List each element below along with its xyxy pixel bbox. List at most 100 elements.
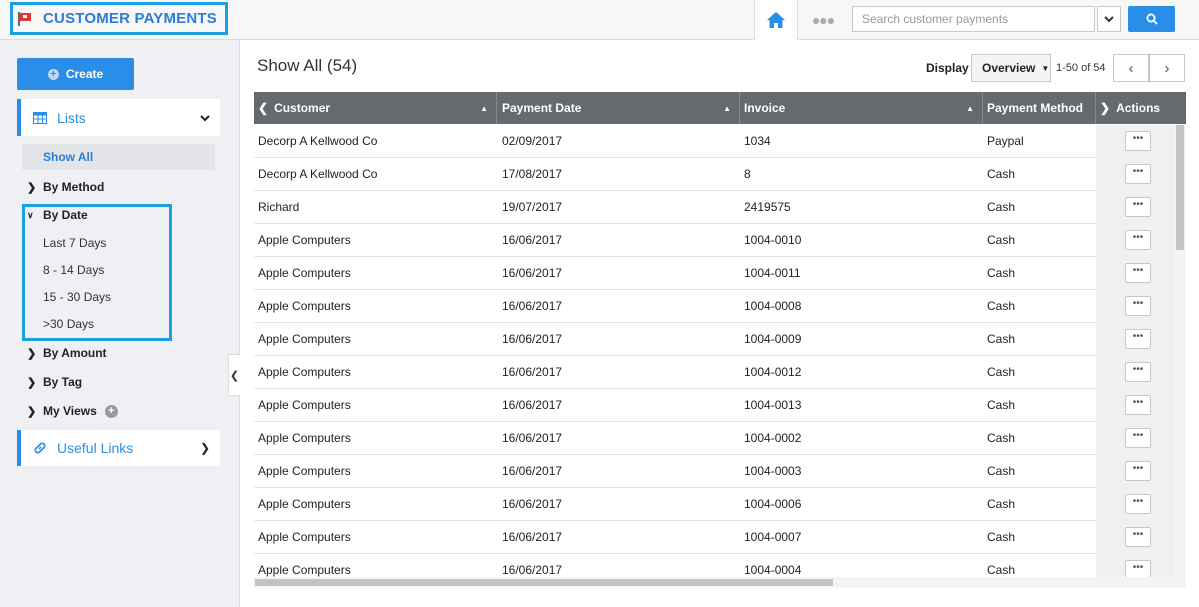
sidebar-item-by-amount[interactable]: ❯ By Amount: [27, 346, 107, 360]
cell-invoice: 1004-0013: [744, 398, 802, 412]
row-actions-button[interactable]: •••: [1125, 164, 1151, 184]
table-row[interactable]: Decorp A Kellwood Co 02/09/2017 1034 Paypal: [254, 125, 1096, 158]
cell-payment-date: 16/06/2017: [502, 299, 563, 313]
cell-invoice: 1004-0012: [744, 365, 802, 379]
home-icon: [767, 12, 785, 28]
cell-customer: Apple Computers: [258, 530, 351, 544]
ellipsis-icon: ●●●: [811, 12, 835, 28]
column-header-actions[interactable]: ❯ Actions: [1096, 92, 1186, 124]
column-header-invoice[interactable]: Invoice ▲: [740, 92, 983, 124]
table-body: Decorp A Kellwood Co 02/09/2017 1034 Paypal…: [254, 125, 1186, 577]
display-value: Overview: [982, 61, 1036, 75]
row-actions-button[interactable]: •••: [1125, 329, 1151, 349]
cell-payment-date: 19/07/2017: [502, 200, 563, 214]
sidebar: + Create Lists Show All ❯ By Method ∨ By…: [0, 40, 240, 607]
next-page-button[interactable]: ›: [1149, 54, 1185, 82]
cell-invoice: 1004-0007: [744, 530, 802, 544]
vertical-scrollbar[interactable]: [1174, 125, 1186, 577]
table-row[interactable]: Decorp A Kellwood Co 17/08/2017 8 Cash: [254, 158, 1096, 191]
row-actions-button[interactable]: •••: [1125, 395, 1151, 415]
column-header-label: Payment Date: [502, 101, 582, 115]
previous-page-button[interactable]: ‹: [1113, 54, 1149, 82]
table-row[interactable]: Apple Computers 16/06/2017 1004-0010 Cash: [254, 224, 1096, 257]
cell-payment-method: Cash: [987, 167, 1016, 181]
row-actions-button[interactable]: •••: [1125, 527, 1151, 547]
row-actions-button[interactable]: •••: [1125, 131, 1151, 151]
create-label: Create: [65, 67, 104, 81]
row-actions-button[interactable]: •••: [1125, 461, 1151, 481]
cell-invoice: 1004-0004: [744, 563, 802, 577]
cell-payment-date: 02/09/2017: [502, 134, 563, 148]
cell-payment-date: 16/06/2017: [502, 431, 563, 445]
scrollbar-thumb[interactable]: [255, 579, 833, 586]
chevron-right-icon: ❯: [27, 347, 37, 360]
search-dropdown-button[interactable]: [1097, 6, 1121, 32]
sidebar-item-my-views[interactable]: ❯ My Views +: [27, 404, 118, 418]
sidebar-item-by-date[interactable]: ∨ By Date: [27, 208, 88, 222]
table-row[interactable]: Apple Computers 16/06/2017 1004-0004 Cash: [254, 554, 1096, 577]
cell-payment-method: Cash: [987, 299, 1016, 313]
lists-panel[interactable]: Lists: [17, 99, 220, 136]
cell-payment-date: 16/06/2017: [502, 497, 563, 511]
cell-customer: Decorp A Kellwood Co: [258, 134, 378, 148]
table-row[interactable]: Apple Computers 16/06/2017 1004-0009 Cash: [254, 323, 1096, 356]
cell-customer: Apple Computers: [258, 431, 351, 445]
row-actions-button[interactable]: •••: [1125, 494, 1151, 514]
table-row[interactable]: Apple Computers 16/06/2017 1004-0002 Cash: [254, 422, 1096, 455]
row-actions-button[interactable]: •••: [1125, 197, 1151, 217]
sidebar-item-label: My Views: [43, 404, 97, 418]
home-button[interactable]: [754, 0, 798, 40]
sidebar-item-by-tag[interactable]: ❯ By Tag: [27, 375, 82, 389]
caret-down-icon: ▼: [1041, 63, 1050, 73]
column-header-payment-date[interactable]: Payment Date ▲: [497, 92, 740, 124]
table-row[interactable]: Apple Computers 16/06/2017 1004-0006 Cash: [254, 488, 1096, 521]
table-row[interactable]: Apple Computers 16/06/2017 1004-0011 Cash: [254, 257, 1096, 290]
sidebar-item-show-all[interactable]: Show All: [22, 144, 215, 170]
row-actions-button[interactable]: •••: [1125, 230, 1151, 250]
table-row[interactable]: Richard 19/07/2017 2419575 Cash: [254, 191, 1096, 224]
table-row[interactable]: Apple Computers 16/06/2017 1004-0008 Cash: [254, 290, 1096, 323]
cell-invoice: 1004-0011: [744, 266, 801, 280]
cell-customer: Richard: [258, 200, 300, 214]
display-select[interactable]: Overview ▼: [971, 54, 1051, 82]
sidebar-subitem-last-7-days[interactable]: Last 7 Days: [43, 236, 106, 250]
app-title[interactable]: CUSTOMER PAYMENTS: [10, 2, 228, 35]
sidebar-collapse-handle[interactable]: ❮: [228, 354, 240, 396]
sidebar-item-by-method[interactable]: ❯ By Method: [27, 180, 104, 194]
cell-payment-method: Cash: [987, 233, 1016, 247]
more-options-button[interactable]: ●●●: [808, 0, 838, 40]
cell-customer: Apple Computers: [258, 266, 351, 280]
row-actions-button[interactable]: •••: [1125, 362, 1151, 382]
add-view-icon[interactable]: +: [104, 404, 118, 418]
sidebar-subitem-15-30-days[interactable]: 15 - 30 Days: [43, 290, 111, 304]
create-button[interactable]: + Create: [17, 58, 134, 90]
horizontal-scrollbar[interactable]: [254, 577, 1186, 588]
cell-payment-date: 16/06/2017: [502, 365, 563, 379]
useful-links-panel[interactable]: Useful Links ❯: [17, 430, 220, 466]
chevron-down-icon: ∨: [27, 209, 34, 220]
row-actions-button[interactable]: •••: [1125, 428, 1151, 448]
cell-customer: Apple Computers: [258, 365, 351, 379]
table-row[interactable]: Apple Computers 16/06/2017 1004-0003 Cash: [254, 455, 1096, 488]
row-actions-button[interactable]: •••: [1125, 263, 1151, 283]
sidebar-subitem-over-30-days[interactable]: >30 Days: [43, 317, 94, 331]
scrollbar-thumb[interactable]: [1176, 125, 1184, 250]
useful-links-label: Useful Links: [57, 440, 134, 456]
cell-invoice: 1004-0003: [744, 464, 802, 478]
chevron-right-icon: ❯: [1100, 101, 1111, 115]
cell-customer: Apple Computers: [258, 299, 351, 313]
cell-invoice: 1004-0002: [744, 431, 802, 445]
table-row[interactable]: Apple Computers 16/06/2017 1004-0012 Cash: [254, 356, 1096, 389]
row-actions-button[interactable]: •••: [1125, 296, 1151, 316]
table-row[interactable]: Apple Computers 16/06/2017 1004-0013 Cash: [254, 389, 1096, 422]
app-title-text: CUSTOMER PAYMENTS: [43, 10, 217, 27]
table-row[interactable]: Apple Computers 16/06/2017 1004-0007 Cash: [254, 521, 1096, 554]
search-input[interactable]: [852, 6, 1095, 32]
column-header-payment-method[interactable]: Payment Method: [983, 92, 1096, 124]
column-header-customer[interactable]: ❮ Customer ▲: [254, 92, 497, 124]
cell-payment-method: Cash: [987, 398, 1016, 412]
chevron-right-icon: ❯: [27, 376, 37, 389]
sidebar-item-label: By Method: [43, 180, 105, 194]
search-button[interactable]: [1128, 6, 1175, 32]
sidebar-subitem-8-14-days[interactable]: 8 - 14 Days: [43, 263, 104, 277]
